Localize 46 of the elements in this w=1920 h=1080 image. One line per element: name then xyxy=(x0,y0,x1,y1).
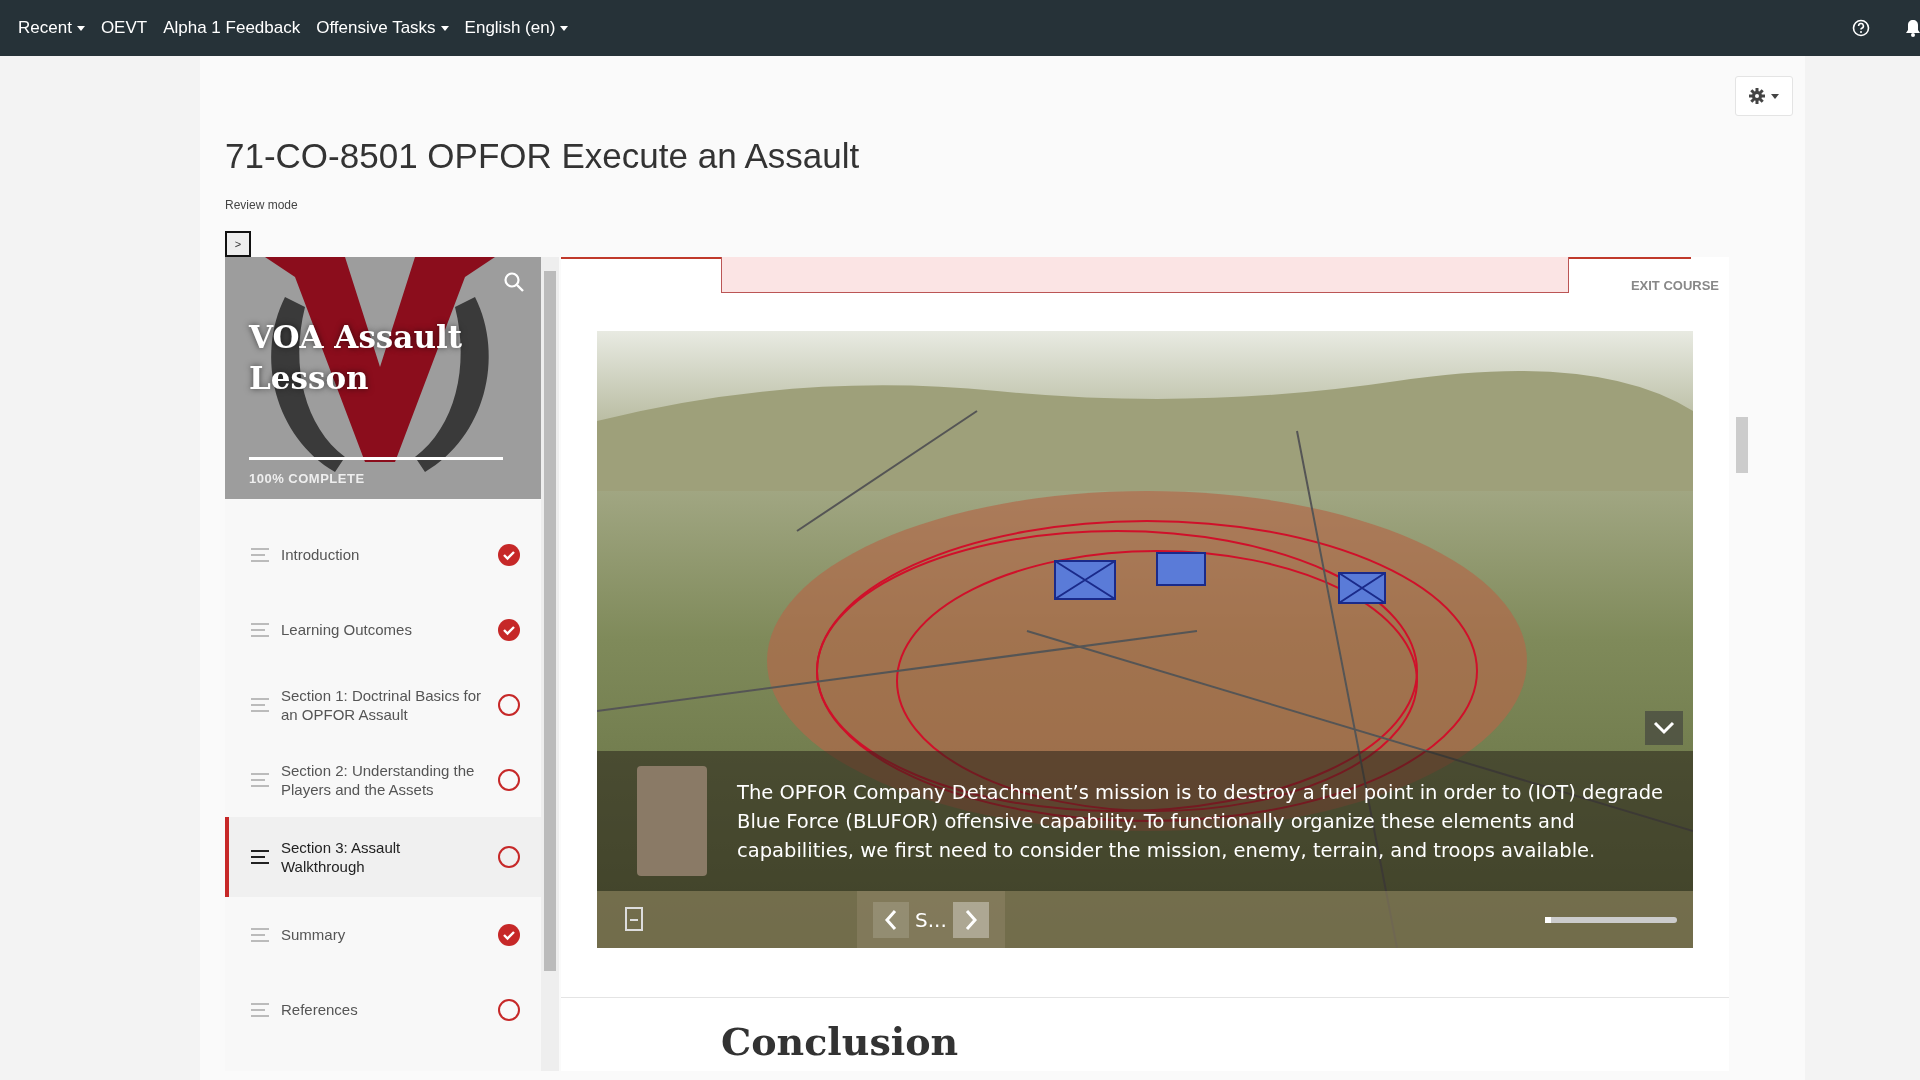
lesson-menu-item[interactable]: Section 3: Assault Walkthrough xyxy=(225,817,541,897)
lines-icon xyxy=(251,850,269,864)
exit-course-link[interactable]: EXIT COURSE xyxy=(1624,277,1725,294)
search-icon[interactable] xyxy=(503,271,525,293)
lines-icon xyxy=(251,697,269,712)
lines-icon xyxy=(251,622,269,637)
lesson-item-label: References xyxy=(281,1000,359,1019)
lesson-item-label: Section 2: Understanding the Players and the Assets xyxy=(281,760,476,799)
help-icon[interactable] xyxy=(1852,19,1870,37)
lesson-menu-item[interactable]: Section 1: Doctrinal Basics for an OPFOR Assault xyxy=(225,667,541,742)
slide-label: S... xyxy=(915,907,947,932)
lesson-menu-item[interactable]: References xyxy=(225,972,541,1047)
caret-icon xyxy=(1771,93,1779,99)
nav-menu-item[interactable]: OEVT xyxy=(100,18,148,38)
settings-icon xyxy=(1749,88,1765,104)
lesson-menu-item[interactable]: Summary xyxy=(225,897,541,972)
nav-menu-item[interactable]: Alpha 1 Feedback xyxy=(163,18,301,38)
lesson-item-label: Section 3: Assault Walkthrough xyxy=(281,838,402,876)
lines-icon xyxy=(251,547,269,562)
bell-icon[interactable] xyxy=(1906,19,1920,37)
lines-icon xyxy=(251,927,269,942)
lesson-menu-item[interactable]: Section 2: Understanding the Players and the Assets xyxy=(225,742,541,817)
lines-icon xyxy=(251,1002,269,1017)
lesson-item-label: Section 1: Doctrinal Basics for an OPFOR Assault xyxy=(281,685,483,724)
nav-menu-item[interactable]: Recent xyxy=(18,18,85,38)
sidebar-toggle-button[interactable]: > xyxy=(225,231,251,257)
lesson-item-label: Introduction xyxy=(281,545,361,564)
next-button[interactable] xyxy=(952,901,989,938)
playback-track[interactable] xyxy=(1545,916,1677,923)
caption-text: The OPFOR Company Detachment’s mission is to destroy a fuel point in order to (IOT) degrade Blue Force (BLUFOR) offensive capability. To functionally organize these elements and capabilities, we first need to consider the mission, enemy, terrain, and troops available. xyxy=(737,779,1665,864)
chevron-left-icon xyxy=(883,907,899,932)
lesson-item-label: Learning Outcomes xyxy=(281,620,413,639)
section-heading: Conclusion xyxy=(721,1019,959,1064)
lesson-menu-item[interactable]: Introduction xyxy=(225,517,541,592)
lesson-menu-item[interactable]: Learning Outcomes xyxy=(225,592,541,667)
lines-icon xyxy=(251,772,269,787)
page-title: 71-CO-8501 OPFOR Execute an Assault xyxy=(225,136,861,176)
collapse-caption-button[interactable] xyxy=(1645,711,1683,745)
progress-label: 100% COMPLETE xyxy=(249,471,365,486)
settings-button[interactable] xyxy=(1735,76,1793,116)
nav-menu-item[interactable]: English (en) xyxy=(464,18,569,38)
mode-label: Review mode xyxy=(225,198,298,212)
scrollbar[interactable] xyxy=(541,257,559,1071)
previous-button[interactable] xyxy=(873,901,909,938)
nav-menu-item[interactable]: Offensive Tasks xyxy=(316,18,449,38)
lesson-item-label: Summary xyxy=(281,925,347,944)
